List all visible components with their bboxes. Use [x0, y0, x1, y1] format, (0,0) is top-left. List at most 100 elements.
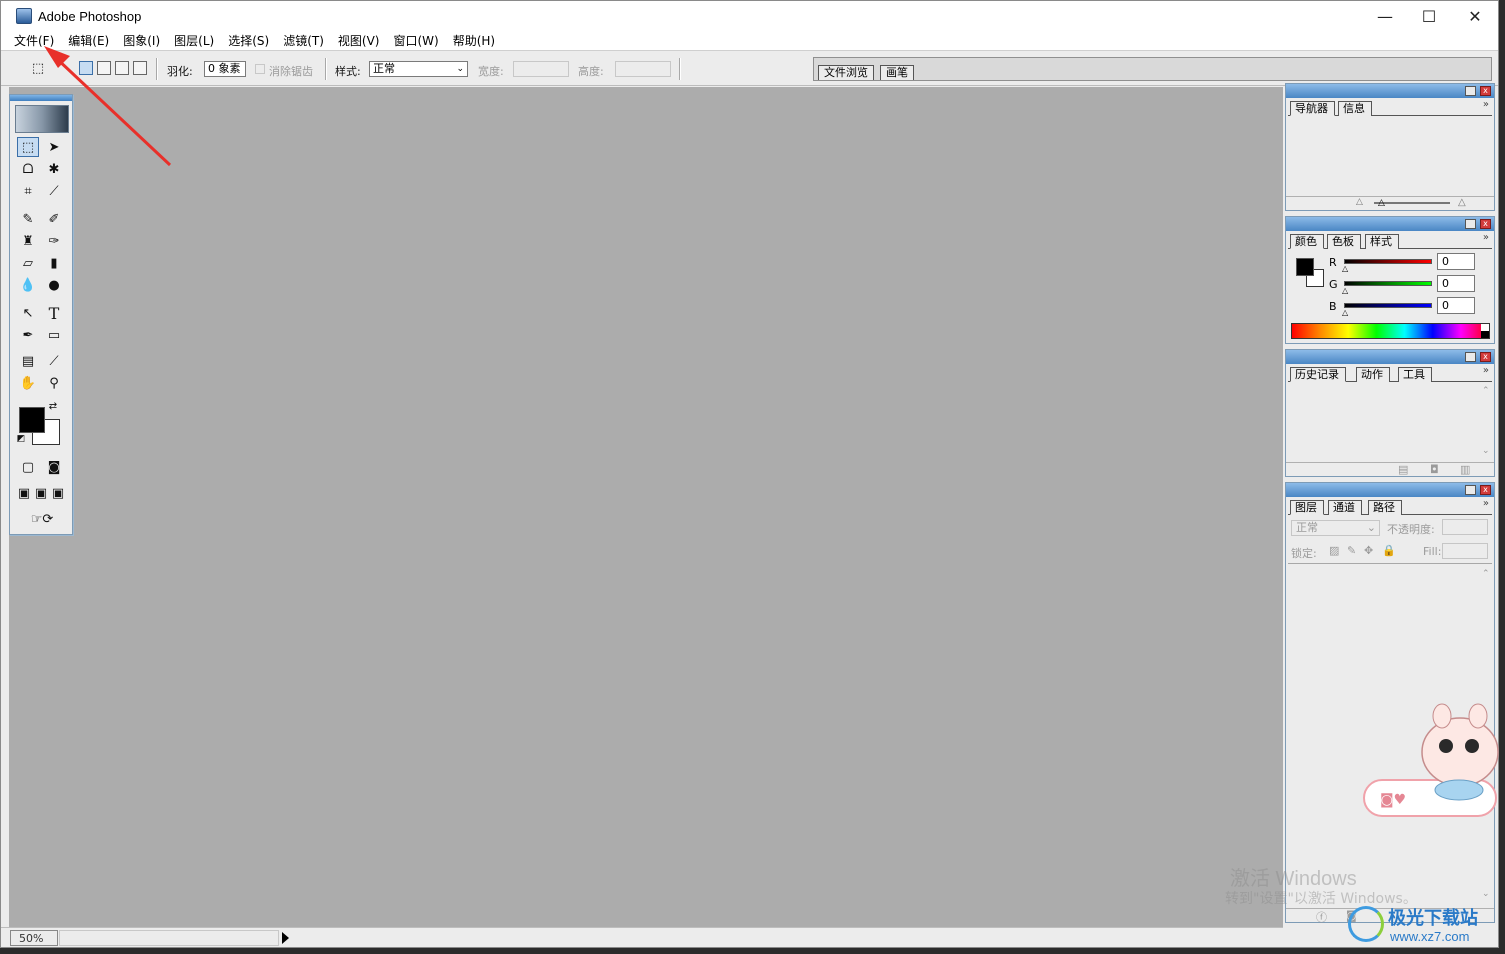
- panel-menu-icon[interactable]: »: [1483, 232, 1489, 243]
- menu-edit[interactable]: 编辑(E): [61, 32, 116, 49]
- lock-position-icon[interactable]: ✥: [1364, 544, 1373, 557]
- scroll-down-icon[interactable]: ⌄: [1482, 446, 1492, 456]
- menu-file[interactable]: 文件(F): [7, 32, 61, 49]
- lasso-tool-icon[interactable]: ᗝ: [17, 159, 39, 179]
- panel-menu-icon[interactable]: »: [1483, 498, 1489, 509]
- close-icon[interactable]: x: [1480, 352, 1491, 362]
- shape-tool-icon[interactable]: ▭: [43, 325, 65, 345]
- tab-swatches[interactable]: 色板: [1327, 234, 1361, 249]
- menu-help[interactable]: 帮助(H): [446, 32, 502, 49]
- slider-thumb-icon[interactable]: △: [1378, 198, 1385, 208]
- scroll-up-icon[interactable]: ⌃: [1482, 386, 1492, 396]
- zoom-out-icon[interactable]: △: [1356, 197, 1363, 207]
- green-thumb-icon[interactable]: △: [1342, 286, 1348, 295]
- blue-input[interactable]: 0: [1437, 297, 1475, 314]
- healing-brush-tool-icon[interactable]: ✎: [17, 209, 39, 229]
- adobe-logo-icon[interactable]: [15, 105, 69, 133]
- magic-wand-tool-icon[interactable]: ✱: [43, 159, 65, 179]
- zoom-level-field[interactable]: 50%: [10, 930, 58, 946]
- menu-view[interactable]: 视图(V): [331, 32, 387, 49]
- close-icon[interactable]: x: [1480, 485, 1491, 495]
- minimize-icon[interactable]: [1465, 86, 1476, 96]
- full-screen-menu-icon[interactable]: ▣: [32, 483, 50, 503]
- opacity-input[interactable]: [1442, 519, 1488, 535]
- red-slider[interactable]: [1344, 259, 1432, 264]
- blue-thumb-icon[interactable]: △: [1342, 308, 1348, 317]
- minimize-icon[interactable]: [1465, 352, 1476, 362]
- width-input[interactable]: [513, 61, 569, 77]
- blur-tool-icon[interactable]: 💧: [17, 275, 39, 295]
- document-area[interactable]: [9, 87, 1283, 927]
- quick-mask-mode-icon[interactable]: ◙: [43, 457, 65, 477]
- panel-menu-icon[interactable]: »: [1483, 365, 1489, 376]
- tab-brushes[interactable]: 画笔: [880, 65, 914, 80]
- zoom-tool-icon[interactable]: ⚲: [43, 373, 65, 393]
- green-input[interactable]: 0: [1437, 275, 1475, 292]
- rect-marquee-tool-icon[interactable]: ⬚: [17, 137, 39, 157]
- snapshot-icon[interactable]: ◘: [1430, 463, 1439, 476]
- height-input[interactable]: [615, 61, 671, 77]
- eyedropper-tool-icon[interactable]: ⟋: [43, 351, 65, 371]
- marquee-preset-icon[interactable]: ⬚: [27, 58, 49, 78]
- type-tool-icon[interactable]: T: [43, 303, 65, 323]
- tab-styles[interactable]: 样式: [1365, 234, 1399, 249]
- panel-title-bar[interactable]: x: [1286, 483, 1494, 497]
- maximize-button[interactable]: ☐: [1406, 1, 1452, 31]
- foreground-color-swatch[interactable]: [19, 407, 45, 433]
- panel-menu-icon[interactable]: »: [1483, 99, 1489, 110]
- move-tool-icon[interactable]: ➤: [43, 137, 65, 157]
- crop-tool-icon[interactable]: ⌗: [17, 181, 39, 201]
- gradient-tool-icon[interactable]: ▮: [43, 253, 65, 273]
- fill-input[interactable]: [1442, 543, 1488, 559]
- blue-slider[interactable]: [1344, 303, 1432, 308]
- jump-to-imageready-icon[interactable]: ☞⟳: [17, 509, 67, 529]
- lock-transparency-icon[interactable]: ▨: [1329, 544, 1339, 557]
- tab-info[interactable]: 信息: [1338, 101, 1372, 116]
- minimize-icon[interactable]: [1465, 219, 1476, 229]
- tab-history[interactable]: 历史记录: [1290, 367, 1346, 382]
- menu-layer[interactable]: 图层(L): [167, 32, 221, 49]
- menu-filter[interactable]: 滤镜(T): [276, 32, 331, 49]
- menu-select[interactable]: 选择(S): [221, 32, 276, 49]
- menu-image[interactable]: 图象(I): [116, 32, 167, 49]
- tab-color[interactable]: 颜色: [1290, 234, 1324, 249]
- scroll-up-icon[interactable]: ⌃: [1482, 569, 1492, 579]
- clone-stamp-tool-icon[interactable]: ♜: [17, 231, 39, 251]
- zoom-slider[interactable]: [1374, 202, 1450, 204]
- color-spectrum-ramp[interactable]: [1291, 323, 1490, 339]
- pen-tool-icon[interactable]: ✒: [17, 325, 39, 345]
- notes-tool-icon[interactable]: ▤: [17, 351, 39, 371]
- red-input[interactable]: 0: [1437, 253, 1475, 270]
- zoom-in-icon[interactable]: △: [1458, 197, 1466, 208]
- green-slider[interactable]: [1344, 281, 1432, 286]
- new-selection-icon[interactable]: [79, 61, 93, 75]
- status-menu-arrow-icon[interactable]: [282, 932, 289, 944]
- history-brush-tool-icon[interactable]: ✑: [43, 231, 65, 251]
- tab-paths[interactable]: 路径: [1368, 500, 1402, 515]
- new-document-icon[interactable]: ▤: [1398, 463, 1408, 476]
- lock-all-icon[interactable]: 🔒: [1382, 544, 1396, 557]
- red-thumb-icon[interactable]: △: [1342, 264, 1348, 273]
- close-icon[interactable]: x: [1480, 86, 1491, 96]
- lock-pixels-icon[interactable]: ✎: [1347, 544, 1356, 557]
- trash-icon[interactable]: ▥: [1460, 463, 1470, 476]
- panel-title-bar[interactable]: x: [1286, 217, 1494, 231]
- standard-screen-icon[interactable]: ▣: [15, 483, 33, 503]
- panel-title-bar[interactable]: x: [1286, 350, 1494, 364]
- minimize-icon[interactable]: [1465, 485, 1476, 495]
- full-screen-icon[interactable]: ▣: [49, 483, 67, 503]
- tab-channels[interactable]: 通道: [1328, 500, 1362, 515]
- antialias-checkbox[interactable]: [255, 64, 265, 74]
- scroll-down-icon[interactable]: ⌄: [1482, 889, 1492, 899]
- dodge-tool-icon[interactable]: ●: [43, 275, 65, 295]
- tab-layers[interactable]: 图层: [1290, 500, 1324, 515]
- style-select[interactable]: 正常 ⌄: [369, 61, 468, 77]
- tab-actions[interactable]: 动作: [1356, 367, 1390, 382]
- add-selection-icon[interactable]: [97, 61, 111, 75]
- blend-mode-select[interactable]: 正常 ⌄: [1291, 520, 1380, 536]
- tab-tool-presets[interactable]: 工具: [1398, 367, 1432, 382]
- default-colors-icon[interactable]: ◩: [15, 433, 27, 445]
- layer-style-icon[interactable]: ⓕ: [1316, 909, 1327, 925]
- path-selection-tool-icon[interactable]: ↖: [17, 303, 39, 323]
- toolbox-title-bar[interactable]: [10, 95, 72, 101]
